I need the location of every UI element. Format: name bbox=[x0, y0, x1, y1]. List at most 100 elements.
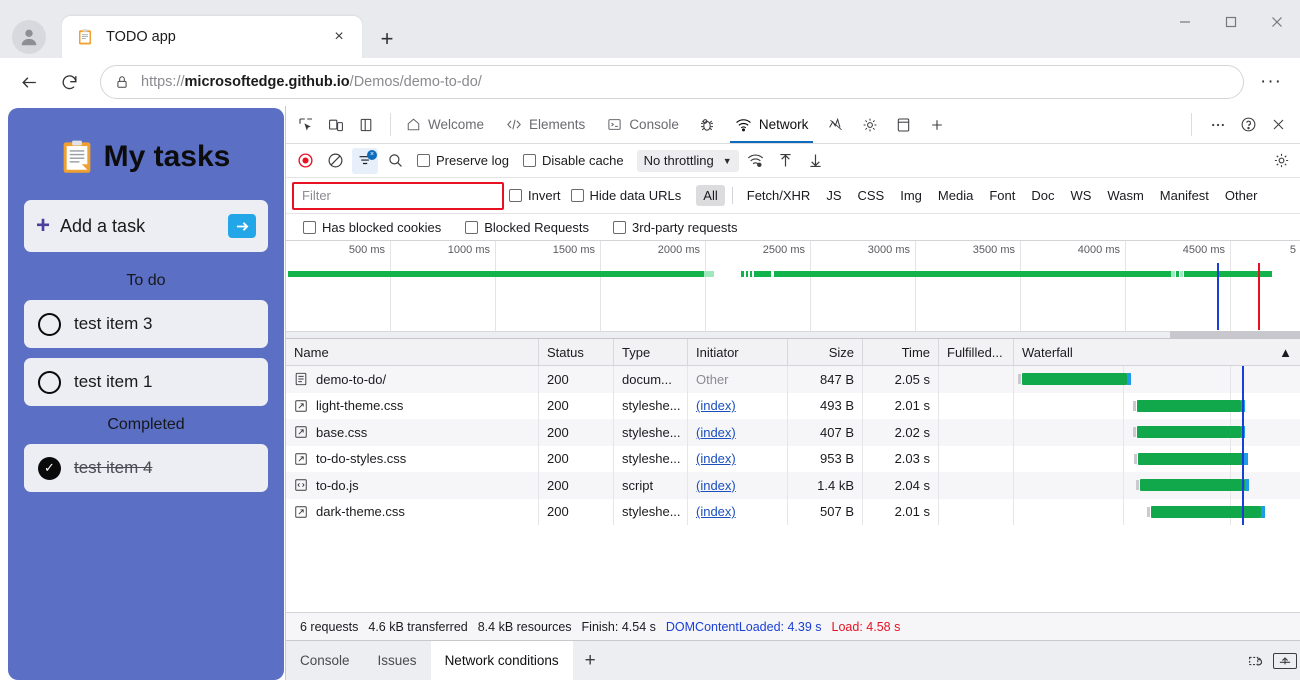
type-filter-other[interactable]: Other bbox=[1218, 185, 1265, 206]
maximize-button[interactable] bbox=[1208, 0, 1254, 44]
type-filter-all[interactable]: All bbox=[696, 185, 724, 206]
add-task-row[interactable]: + Add a task bbox=[24, 200, 268, 252]
help-icon[interactable] bbox=[1234, 111, 1262, 139]
type-filter-img[interactable]: Img bbox=[893, 185, 929, 206]
column-size[interactable]: Size bbox=[788, 339, 863, 365]
address-bar[interactable]: https://microsoftedge.github.io/Demos/de… bbox=[100, 65, 1244, 99]
type-filter-css[interactable]: CSS bbox=[851, 185, 892, 206]
disable-cache-checkbox[interactable]: Disable cache bbox=[518, 153, 629, 168]
drawer-add-tab-button[interactable]: + bbox=[573, 641, 608, 680]
overview-scrollbar-track[interactable] bbox=[286, 331, 1300, 338]
checkbox-unchecked-icon[interactable] bbox=[38, 371, 61, 394]
drawer-tab-issues[interactable]: Issues bbox=[364, 641, 431, 680]
more-tabs-button[interactable] bbox=[920, 106, 954, 143]
network-conditions-button[interactable] bbox=[743, 148, 769, 174]
devtools-tab-bar: Welcome Elements Console Network bbox=[286, 106, 1300, 144]
overview-scrollbar-thumb[interactable] bbox=[1170, 331, 1300, 338]
add-task-submit-button[interactable] bbox=[228, 214, 256, 238]
minimize-button[interactable] bbox=[1162, 0, 1208, 44]
cell-time: 2.02 s bbox=[863, 419, 939, 446]
todo-item[interactable]: test item 3 bbox=[24, 300, 268, 348]
back-button[interactable] bbox=[12, 65, 46, 99]
type-filter-media[interactable]: Media bbox=[931, 185, 980, 206]
browser-more-icon[interactable]: ··· bbox=[1254, 65, 1288, 99]
network-settings-button[interactable] bbox=[1268, 148, 1294, 174]
throttling-dropdown[interactable]: No throttling ▼ bbox=[637, 150, 739, 172]
tab-settings[interactable] bbox=[853, 106, 887, 143]
table-row[interactable]: to-do-styles.css 200 styleshe... (index)… bbox=[286, 446, 1300, 473]
hide-data-urls-checkbox[interactable]: Hide data URLs bbox=[566, 188, 687, 203]
tab-elements[interactable]: Elements bbox=[495, 106, 596, 143]
record-button[interactable] bbox=[292, 148, 318, 174]
more-options-icon[interactable] bbox=[1204, 111, 1232, 139]
inspect-element-icon[interactable] bbox=[292, 111, 320, 139]
column-name[interactable]: Name bbox=[286, 339, 539, 365]
tab-welcome[interactable]: Welcome bbox=[395, 106, 495, 143]
cell-initiator[interactable]: (index) bbox=[688, 419, 788, 446]
drawer-tab-console[interactable]: Console bbox=[286, 641, 364, 680]
network-overview-graph[interactable]: 500 ms 1000 ms 1500 ms 2000 ms 2500 ms 3… bbox=[286, 241, 1300, 339]
export-har-icon[interactable] bbox=[1270, 641, 1300, 680]
column-initiator[interactable]: Initiator bbox=[688, 339, 788, 365]
add-task-input[interactable]: Add a task bbox=[60, 216, 228, 237]
close-devtools-icon[interactable] bbox=[1264, 111, 1292, 139]
import-har-button[interactable] bbox=[773, 148, 799, 174]
profile-avatar[interactable] bbox=[12, 20, 46, 54]
tab-debugger[interactable] bbox=[690, 106, 724, 143]
checkbox-unchecked-icon[interactable] bbox=[38, 313, 61, 336]
search-button[interactable] bbox=[382, 148, 408, 174]
table-row[interactable]: dark-theme.css 200 styleshe... (index) 5… bbox=[286, 499, 1300, 526]
dock-side-icon[interactable] bbox=[352, 111, 380, 139]
lock-icon bbox=[115, 75, 129, 89]
has-blocked-cookies-checkbox[interactable]: Has blocked cookies bbox=[298, 220, 446, 235]
column-waterfall[interactable]: Waterfall ▲ bbox=[1014, 339, 1300, 365]
checkbox-checked-icon[interactable]: ✓ bbox=[38, 457, 61, 480]
browser-tab[interactable]: TODO app × bbox=[62, 16, 362, 58]
type-filter-js[interactable]: JS bbox=[819, 185, 848, 206]
table-row[interactable]: base.css 200 styleshe... (index) 407 B 2… bbox=[286, 419, 1300, 446]
export-har-button[interactable] bbox=[803, 148, 829, 174]
plus-icon: + bbox=[36, 214, 50, 238]
column-fulfilled[interactable]: Fulfilled... bbox=[939, 339, 1014, 365]
clear-button[interactable] bbox=[322, 148, 348, 174]
filter-input[interactable]: Filter bbox=[292, 182, 504, 210]
todo-item-completed[interactable]: ✓ test item 4 bbox=[24, 444, 268, 492]
tab-performance[interactable] bbox=[819, 106, 853, 143]
table-row[interactable]: to-do.js 200 script (index) 1.4 kB 2.04 … bbox=[286, 472, 1300, 499]
column-type[interactable]: Type bbox=[614, 339, 688, 365]
new-tab-button[interactable]: + bbox=[372, 24, 402, 54]
network-toolbar: × Preserve log Disable cache No throttli… bbox=[286, 144, 1300, 178]
invert-checkbox[interactable]: Invert bbox=[504, 188, 566, 203]
type-filter-doc[interactable]: Doc bbox=[1024, 185, 1061, 206]
cell-initiator[interactable]: (index) bbox=[688, 393, 788, 420]
tab-application[interactable] bbox=[887, 106, 920, 143]
type-filter-ws[interactable]: WS bbox=[1063, 185, 1098, 206]
url-path: /Demos/demo-to-do/ bbox=[350, 74, 482, 90]
tab-title: TODO app bbox=[106, 29, 326, 45]
preserve-log-checkbox[interactable]: Preserve log bbox=[412, 153, 514, 168]
cell-initiator[interactable]: (index) bbox=[688, 446, 788, 473]
close-window-button[interactable] bbox=[1254, 0, 1300, 44]
tab-network[interactable]: Network bbox=[724, 106, 820, 143]
type-filter-manifest[interactable]: Manifest bbox=[1153, 185, 1216, 206]
type-filter-font[interactable]: Font bbox=[982, 185, 1022, 206]
tab-console[interactable]: Console bbox=[596, 106, 690, 143]
cookie-refresh-icon[interactable] bbox=[1240, 641, 1270, 680]
reload-button[interactable] bbox=[52, 65, 86, 99]
cell-initiator[interactable]: (index) bbox=[688, 472, 788, 499]
drawer-tab-network-conditions[interactable]: Network conditions bbox=[431, 641, 573, 680]
table-row[interactable]: demo-to-do/ 200 docum... Other 847 B 2.0… bbox=[286, 366, 1300, 393]
column-status[interactable]: Status bbox=[539, 339, 614, 365]
cell-initiator[interactable]: (index) bbox=[688, 499, 788, 526]
third-party-requests-checkbox[interactable]: 3rd-party requests bbox=[608, 220, 743, 235]
blocked-requests-checkbox[interactable]: Blocked Requests bbox=[460, 220, 594, 235]
device-toolbar-icon[interactable] bbox=[322, 111, 350, 139]
todo-item[interactable]: test item 1 bbox=[24, 358, 268, 406]
tab-close-icon[interactable]: × bbox=[326, 24, 352, 50]
table-row[interactable]: light-theme.css 200 styleshe... (index) … bbox=[286, 393, 1300, 420]
column-time[interactable]: Time bbox=[863, 339, 939, 365]
type-filter-wasm[interactable]: Wasm bbox=[1100, 185, 1150, 206]
filter-toggle-button[interactable]: × bbox=[352, 148, 378, 174]
type-filter-fetch-xhr[interactable]: Fetch/XHR bbox=[740, 185, 818, 206]
application-icon bbox=[896, 117, 911, 133]
